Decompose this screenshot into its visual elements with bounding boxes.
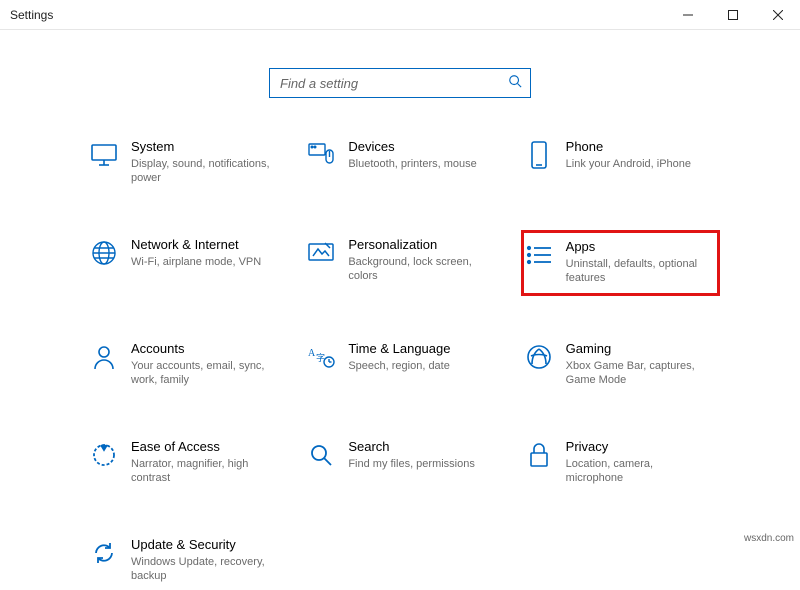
tile-phone[interactable]: Phone Link your Android, iPhone — [521, 132, 720, 192]
person-icon — [89, 342, 119, 372]
tile-title: System — [131, 139, 276, 155]
tile-title: Personalization — [348, 237, 493, 253]
tile-title: Search — [348, 439, 493, 455]
apps-icon — [524, 240, 554, 270]
system-icon — [89, 140, 119, 170]
close-icon — [773, 10, 783, 20]
tile-system[interactable]: System Display, sound, notifications, po… — [86, 132, 285, 192]
tile-title: Time & Language — [348, 341, 493, 357]
search-wrap — [0, 68, 800, 98]
minimize-icon — [683, 10, 693, 20]
tile-title: Ease of Access — [131, 439, 276, 455]
phone-icon — [524, 140, 554, 170]
tile-desc: Link your Android, iPhone — [566, 157, 711, 171]
tile-title: Gaming — [566, 341, 711, 357]
tile-search[interactable]: Search Find my files, permissions — [303, 432, 502, 492]
tile-title: Network & Internet — [131, 237, 276, 253]
tile-title: Phone — [566, 139, 711, 155]
tile-desc: Xbox Game Bar, captures, Game Mode — [566, 359, 711, 387]
tile-desc: Your accounts, email, sync, work, family — [131, 359, 276, 387]
close-button[interactable] — [755, 0, 800, 30]
gaming-icon — [524, 342, 554, 372]
tile-desc: Display, sound, notifications, power — [131, 157, 276, 185]
maximize-icon — [728, 10, 738, 20]
minimize-button[interactable] — [665, 0, 710, 30]
devices-icon — [306, 140, 336, 170]
tile-devices[interactable]: Devices Bluetooth, printers, mouse — [303, 132, 502, 192]
tile-privacy[interactable]: Privacy Location, camera, microphone — [521, 432, 720, 492]
tile-title: Devices — [348, 139, 493, 155]
tile-title: Accounts — [131, 341, 276, 357]
tile-title: Apps — [566, 239, 711, 255]
tile-accounts[interactable]: Accounts Your accounts, email, sync, wor… — [86, 334, 285, 394]
paint-icon — [306, 238, 336, 268]
tile-desc: Narrator, magnifier, high contrast — [131, 457, 276, 485]
titlebar: Settings — [0, 0, 800, 30]
svg-text:A: A — [308, 348, 316, 359]
magnifier-icon — [306, 440, 336, 470]
tile-title: Privacy — [566, 439, 711, 455]
tile-desc: Location, camera, microphone — [566, 457, 711, 485]
tile-desc: Background, lock screen, colors — [348, 255, 493, 283]
maximize-button[interactable] — [710, 0, 755, 30]
tile-apps[interactable]: Apps Uninstall, defaults, optional featu… — [521, 230, 720, 296]
ease-of-access-icon — [89, 440, 119, 470]
search-box[interactable] — [269, 68, 531, 98]
globe-icon — [89, 238, 119, 268]
tile-update-security[interactable]: Update & Security Windows Update, recove… — [86, 530, 285, 590]
window-controls — [665, 0, 800, 30]
tile-personalization[interactable]: Personalization Background, lock screen,… — [303, 230, 502, 296]
search-input[interactable] — [278, 75, 508, 92]
window-title: Settings — [10, 8, 53, 22]
tile-desc: Find my files, permissions — [348, 457, 493, 471]
tile-desc: Bluetooth, printers, mouse — [348, 157, 493, 171]
watermark: wsxdn.com — [744, 533, 794, 544]
tile-desc: Speech, region, date — [348, 359, 493, 373]
tile-ease-of-access[interactable]: Ease of Access Narrator, magnifier, high… — [86, 432, 285, 492]
time-language-icon: A字 — [306, 342, 336, 372]
tile-desc: Wi-Fi, airplane mode, VPN — [131, 255, 276, 269]
update-icon — [89, 538, 119, 568]
tile-time-language[interactable]: A字 Time & Language Speech, region, date — [303, 334, 502, 394]
tile-title: Update & Security — [131, 537, 276, 553]
tile-gaming[interactable]: Gaming Xbox Game Bar, captures, Game Mod… — [521, 334, 720, 394]
settings-grid: System Display, sound, notifications, po… — [80, 132, 720, 590]
search-icon — [508, 74, 522, 93]
tile-desc: Uninstall, defaults, optional features — [566, 257, 711, 285]
tile-desc: Windows Update, recovery, backup — [131, 555, 276, 583]
lock-icon — [524, 440, 554, 470]
tile-network[interactable]: Network & Internet Wi-Fi, airplane mode,… — [86, 230, 285, 296]
